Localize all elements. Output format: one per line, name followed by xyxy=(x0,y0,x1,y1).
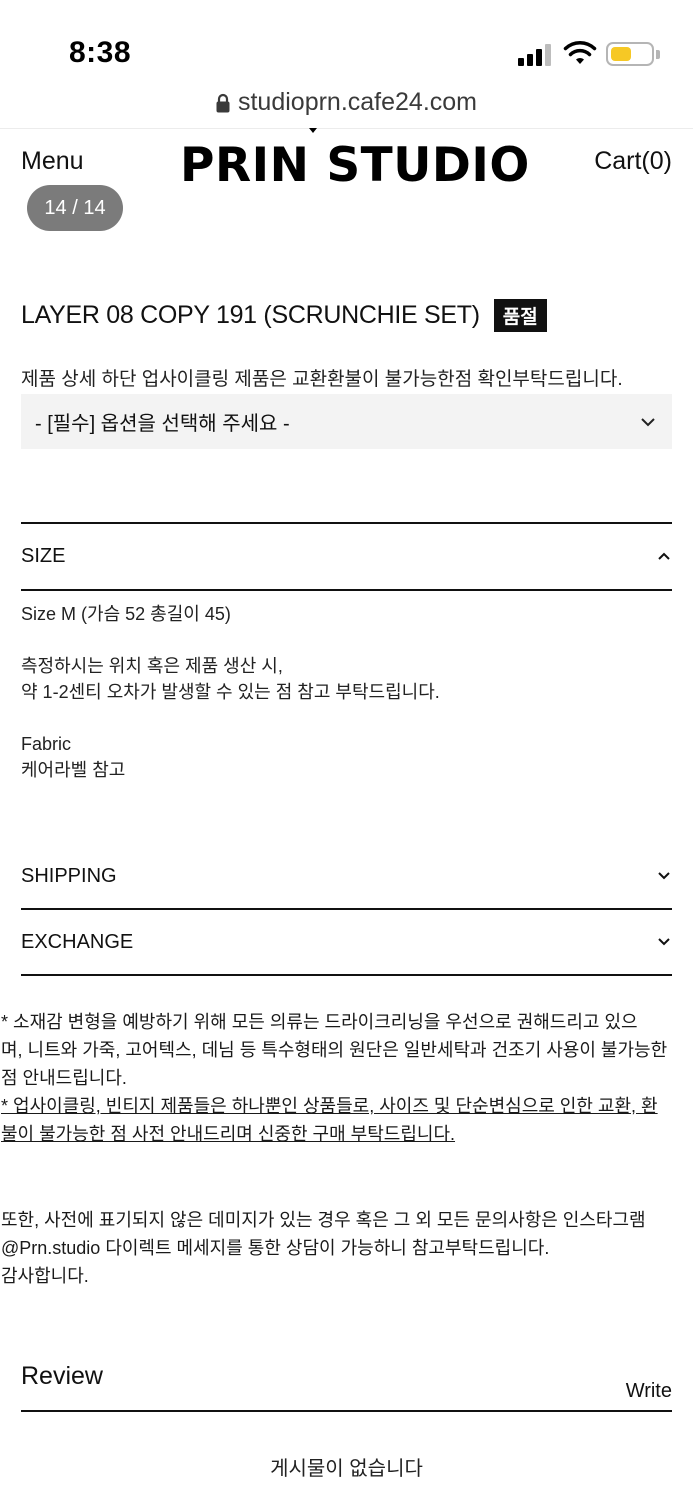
chevron-down-icon xyxy=(658,938,670,946)
battery-icon xyxy=(606,42,654,66)
accordion-exchange-title: EXCHANGE xyxy=(21,930,134,953)
site-logo[interactable]: PRIN STUDIO xyxy=(180,138,530,193)
contact-note-line: @Prn.studio 다이렉트 메세지를 통한 상담이 가능하니 참고부탁드립… xyxy=(1,1238,550,1258)
divider xyxy=(21,974,672,976)
divider xyxy=(21,908,672,910)
care-note-line: * 업사이클링, 빈티지 제품들은 하나뿐인 상품들로, 사이즈 및 단순변심으… xyxy=(1,1096,658,1116)
image-counter: 14 / 14 xyxy=(27,185,123,231)
accordion-shipping-header[interactable]: SHIPPING xyxy=(21,861,672,891)
option-select-label: - [필수] 옵션을 선택해 주세요 - xyxy=(35,413,290,435)
battery-level xyxy=(611,47,631,61)
chevron-down-icon xyxy=(658,872,670,880)
care-note-line: 점 안내드립니다. xyxy=(1,1068,127,1088)
status-bar: 8:38 xyxy=(0,0,693,88)
write-review-button[interactable]: Write xyxy=(626,1380,672,1403)
caret-marker xyxy=(309,128,317,133)
care-note-line: 며, 니트와 가죽, 고어텍스, 데님 등 특수형태의 원단은 일반세탁과 건조… xyxy=(1,1040,668,1060)
cart-button[interactable]: Cart(0) xyxy=(594,147,672,176)
divider xyxy=(21,1410,672,1412)
size-line: Size M (가슴 52 총길이 45) xyxy=(21,604,231,624)
care-note-line: * 소재감 변형을 예방하기 위해 모든 의류는 드라이크리닝을 우선으로 권해… xyxy=(1,1012,638,1032)
address-bar[interactable]: studioprn.cafe24.com xyxy=(0,88,693,128)
accordion-exchange-header[interactable]: EXCHANGE xyxy=(21,927,672,957)
soldout-badge: 품절 xyxy=(493,299,547,332)
option-select[interactable]: - [필수] 옵션을 선택해 주세요 - xyxy=(21,394,672,449)
measure-line-2: 약 1-2센티 오차가 발생할 수 있는 점 참고 부탁드립니다. xyxy=(21,682,440,702)
product-title: LAYER 08 COPY 191 (SCRUNCHIE SET) xyxy=(21,301,480,329)
wifi-icon xyxy=(563,41,597,64)
accordion-size-header[interactable]: SIZE xyxy=(21,541,672,571)
divider xyxy=(21,522,672,524)
contact-note: 또한, 사전에 표기되지 않은 데미지가 있는 경우 혹은 그 외 모든 문의사… xyxy=(0,1206,693,1290)
accordion-size-title: SIZE xyxy=(21,544,66,567)
accordion-shipping-title: SHIPPING xyxy=(21,864,117,887)
product-title-row: LAYER 08 COPY 191 (SCRUNCHIE SET) 품절 xyxy=(21,299,547,332)
url-text: studioprn.cafe24.com xyxy=(237,88,478,116)
review-title: Review xyxy=(21,1362,103,1390)
product-notice: 제품 상세 하단 업사이클링 제품은 교환환불이 불가능한점 확인부탁드립니다. xyxy=(21,369,623,390)
measure-line-1: 측정하시는 위치 혹은 제품 생산 시, xyxy=(21,656,283,676)
status-time: 8:38 xyxy=(69,36,132,69)
contact-note-line: 감사합니다. xyxy=(1,1266,89,1286)
fabric-value: 케어라벨 참고 xyxy=(21,760,126,780)
contact-note-line: 또한, 사전에 표기되지 않은 데미지가 있는 경우 혹은 그 외 모든 문의사… xyxy=(1,1210,646,1230)
signal-icon xyxy=(518,44,552,66)
lock-icon xyxy=(216,93,230,112)
divider xyxy=(21,589,672,591)
chevron-up-icon xyxy=(658,552,670,560)
menu-button[interactable]: Menu xyxy=(21,147,84,176)
empty-review-message: 게시물이 없습니다 xyxy=(270,1458,423,1480)
battery-tip xyxy=(656,50,660,59)
fabric-label: Fabric xyxy=(21,734,72,754)
care-note: * 소재감 변형을 예방하기 위해 모든 의류는 드라이크리닝을 우선으로 권해… xyxy=(0,1008,693,1148)
divider xyxy=(0,128,693,129)
chevron-down-icon xyxy=(641,418,655,427)
care-note-line: 불이 불가능한 점 사전 안내드리며 신중한 구매 부탁드립니다. xyxy=(1,1124,456,1144)
